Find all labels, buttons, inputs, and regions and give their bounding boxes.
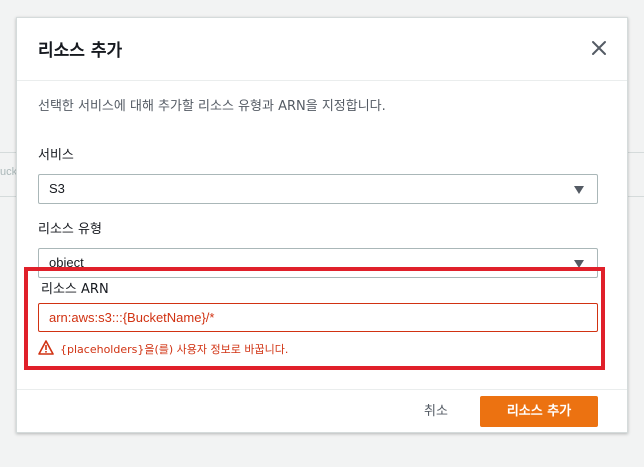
service-label: 서비스 [38, 148, 74, 163]
close-icon [592, 41, 606, 55]
close-button[interactable] [589, 38, 609, 58]
modal-description: 선택한 서비스에 대해 추가할 리소스 유형과 ARN을 지정합니다. [38, 99, 386, 114]
add-resource-button[interactable]: 리소스 추가 [480, 396, 598, 427]
service-select-value: S3 [49, 181, 65, 196]
modal-header: 리소스 추가 [17, 18, 627, 81]
resource-type-label: 리소스 유형 [38, 222, 102, 237]
arn-warning-text: {placeholders}을(를) 사용자 정보로 바꿉니다. [60, 343, 289, 356]
background-partial-text: uck [0, 166, 18, 178]
resource-arn-highlight: 리소스 ARN {placeholders}을(를) 사용자 정보로 바꿉니다. [24, 267, 605, 370]
resource-arn-label: 리소스 ARN [41, 282, 109, 297]
cancel-button[interactable]: 취소 [420, 398, 452, 426]
caret-down-icon [574, 186, 584, 194]
warning-icon [38, 340, 54, 355]
modal-title: 리소스 추가 [38, 41, 123, 61]
modal-footer: 취소 리소스 추가 [17, 389, 627, 433]
add-resource-modal: 리소스 추가 선택한 서비스에 대해 추가할 리소스 유형과 ARN을 지정합니… [16, 17, 628, 433]
service-select[interactable]: S3 [38, 174, 598, 204]
resource-arn-input[interactable] [38, 303, 598, 332]
